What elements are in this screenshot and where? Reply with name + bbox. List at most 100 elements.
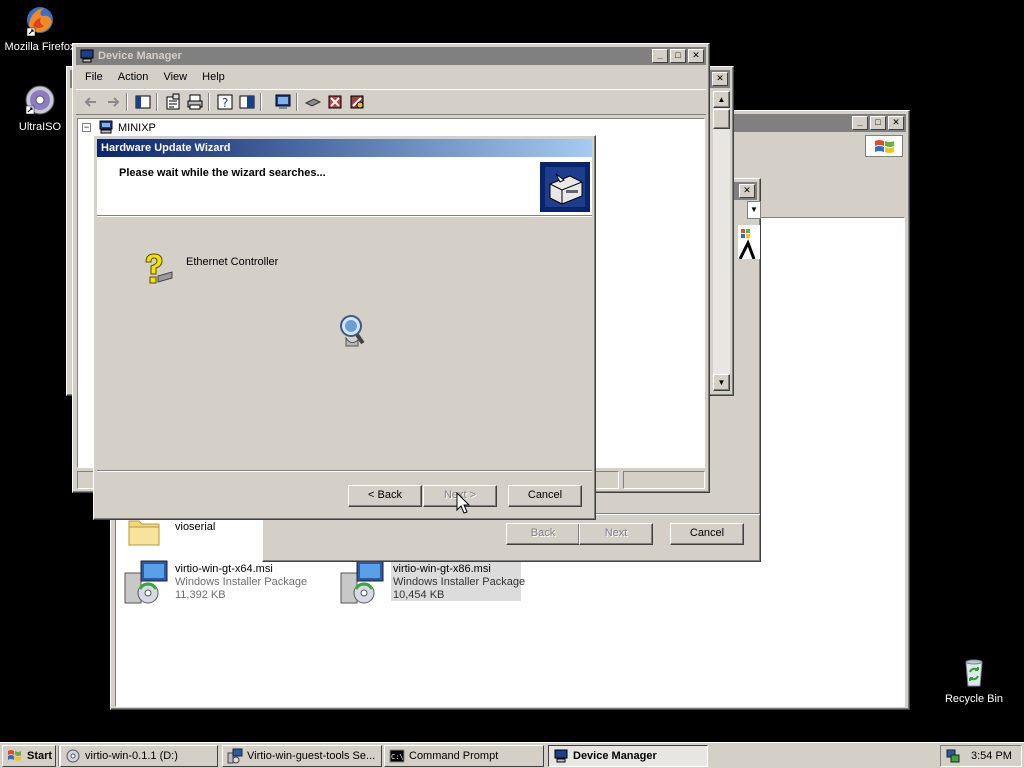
windows-flag-icon — [8, 750, 21, 761]
toolbar-separator — [126, 93, 128, 111]
searching-icon — [340, 315, 365, 347]
disable-device-icon[interactable] — [326, 93, 344, 111]
back-arrow-icon[interactable] — [82, 93, 100, 111]
properties-icon[interactable] — [164, 93, 182, 111]
installer-next-button[interactable]: Next — [579, 523, 653, 545]
banner-logo-icon — [738, 229, 756, 260]
computer-icon — [554, 749, 568, 763]
scan-hardware-icon[interactable] — [274, 93, 292, 111]
wizard-title: Hardware Update Wizard — [101, 142, 231, 154]
window-title: Device Manager — [98, 50, 182, 62]
uninstall-device-icon[interactable] — [348, 93, 366, 111]
hardware-update-wizard: Hardware Update Wizard Please wait while… — [93, 135, 596, 520]
task-label: Device Manager — [573, 750, 657, 762]
computer-icon — [80, 49, 94, 63]
installer-banner — [738, 225, 760, 260]
desktop-icon-label: Recycle Bin — [944, 693, 1004, 705]
desktop-icon-firefox[interactable]: Mozilla Firefox — [0, 4, 80, 53]
wizard-cancel-button[interactable]: Cancel — [508, 485, 582, 507]
task-item-installer[interactable]: Virtio-win-guest-tools Se... — [222, 745, 382, 767]
divider — [97, 215, 592, 217]
menu-file[interactable]: File — [79, 68, 109, 86]
windows-logo — [865, 135, 903, 157]
menu-help[interactable]: Help — [196, 68, 231, 86]
wizard-header: Please wait while the wizard searches... — [97, 157, 592, 215]
installer-icon — [227, 748, 243, 764]
menu-action[interactable]: Action — [112, 68, 155, 86]
task-label: Command Prompt — [409, 750, 499, 762]
menu-view[interactable]: View — [157, 68, 193, 86]
unknown-device-icon — [145, 253, 173, 284]
file-type: Windows Installer Package — [175, 576, 308, 588]
menu-bar: File Action View Help — [79, 68, 231, 86]
cd-drive-icon — [66, 749, 80, 763]
device-manager-titlebar[interactable]: Device Manager _ □ ✕ — [76, 47, 706, 65]
start-button[interactable]: Start — [2, 745, 56, 767]
start-label: Start — [27, 750, 53, 762]
task-label: virtio-win-0.1.1 (D:) — [85, 750, 178, 762]
task-label: Virtio-win-guest-tools Se... — [247, 750, 376, 762]
minimize-button[interactable]: _ — [852, 116, 868, 130]
close-button[interactable]: ✕ — [888, 116, 904, 130]
installer-cancel-button[interactable]: Cancel — [670, 523, 744, 545]
maximize-button[interactable]: □ — [670, 49, 686, 63]
scroll-down-button[interactable]: ▼ — [713, 374, 730, 391]
device-name: Ethernet Controller — [186, 256, 279, 268]
close-button[interactable]: ✕ — [688, 49, 704, 63]
list-item[interactable]: virtio-win-gt-x64.msi Windows Installer … — [123, 559, 323, 604]
list-item[interactable]: virtio-win-gt-x86.msi Windows Installer … — [339, 559, 525, 604]
toolbar-separator — [156, 93, 158, 111]
toolbar-separator — [260, 93, 262, 111]
desktop-icon-label: Mozilla Firefox — [4, 41, 76, 53]
scroll-thumb[interactable] — [713, 109, 730, 129]
tree-root-label[interactable]: MINIXP — [118, 122, 156, 134]
toolbar: ? — [76, 89, 706, 115]
windows-flag-icon — [875, 140, 894, 153]
show-hide-tree-icon[interactable] — [134, 93, 152, 111]
wizard-heading: Please wait while the wizard searches... — [119, 167, 326, 179]
task-item-explorer[interactable]: virtio-win-0.1.1 (D:) — [60, 745, 218, 767]
desktop-icon-recycle-bin[interactable]: Recycle Bin — [934, 656, 1014, 705]
tree-collapse-toggle[interactable]: − — [82, 123, 91, 132]
task-item-command-prompt[interactable]: C:\ Command Prompt — [384, 745, 544, 767]
file-size: 11,392 KB — [175, 589, 226, 601]
system-tray: 3:54 PM — [940, 745, 1022, 767]
file-size: 10,454 KB — [393, 589, 445, 601]
taskbar: Start virtio-win-0.1.1 (D:) Virtio-win-g… — [0, 742, 1024, 768]
maximize-button[interactable]: □ — [870, 116, 886, 130]
network-tray-icon[interactable] — [945, 748, 961, 764]
installer-back-button[interactable]: Back — [506, 523, 580, 545]
toolbar-separator — [208, 93, 210, 111]
command-prompt-icon: C:\ — [389, 749, 405, 763]
update-driver-icon[interactable] — [304, 93, 322, 111]
task-item-device-manager[interactable]: Device Manager — [548, 745, 708, 767]
print-icon[interactable] — [186, 93, 204, 111]
computer-icon — [99, 120, 113, 134]
wizard-back-button[interactable]: < Back — [348, 485, 422, 507]
hardware-wizard-icon — [540, 162, 590, 212]
scroll-up-button[interactable]: ▲ — [713, 91, 730, 108]
help-icon[interactable]: ? — [216, 93, 234, 111]
installer-package-icon — [124, 560, 168, 604]
disc-icon — [25, 85, 55, 115]
file-name: vioserial — [175, 521, 216, 533]
firefox-icon — [26, 7, 53, 37]
dropdown-arrow[interactable]: ▼ — [747, 201, 761, 219]
installer-package-icon — [340, 560, 384, 604]
vertical-scrollbar[interactable]: ▲ ▼ — [713, 91, 730, 391]
forward-arrow-icon[interactable] — [104, 93, 122, 111]
close-button[interactable]: ✕ — [739, 184, 755, 198]
file-type: Windows Installer Package — [393, 576, 526, 588]
status-pane — [623, 471, 705, 489]
file-name: virtio-win-gt-x86.msi — [393, 563, 491, 575]
close-button[interactable]: ✕ — [712, 72, 728, 86]
minimize-button[interactable]: _ — [652, 49, 668, 63]
svg-text:?: ? — [222, 96, 228, 110]
mouse-cursor-icon — [456, 492, 471, 514]
wizard-titlebar[interactable]: Hardware Update Wizard — [97, 139, 592, 157]
view-pane-icon[interactable] — [238, 93, 256, 111]
clock[interactable]: 3:54 PM — [971, 750, 1012, 762]
file-name: virtio-win-gt-x64.msi — [175, 563, 273, 575]
recycle-bin-icon — [965, 659, 983, 687]
toolbar-separator — [296, 93, 298, 111]
